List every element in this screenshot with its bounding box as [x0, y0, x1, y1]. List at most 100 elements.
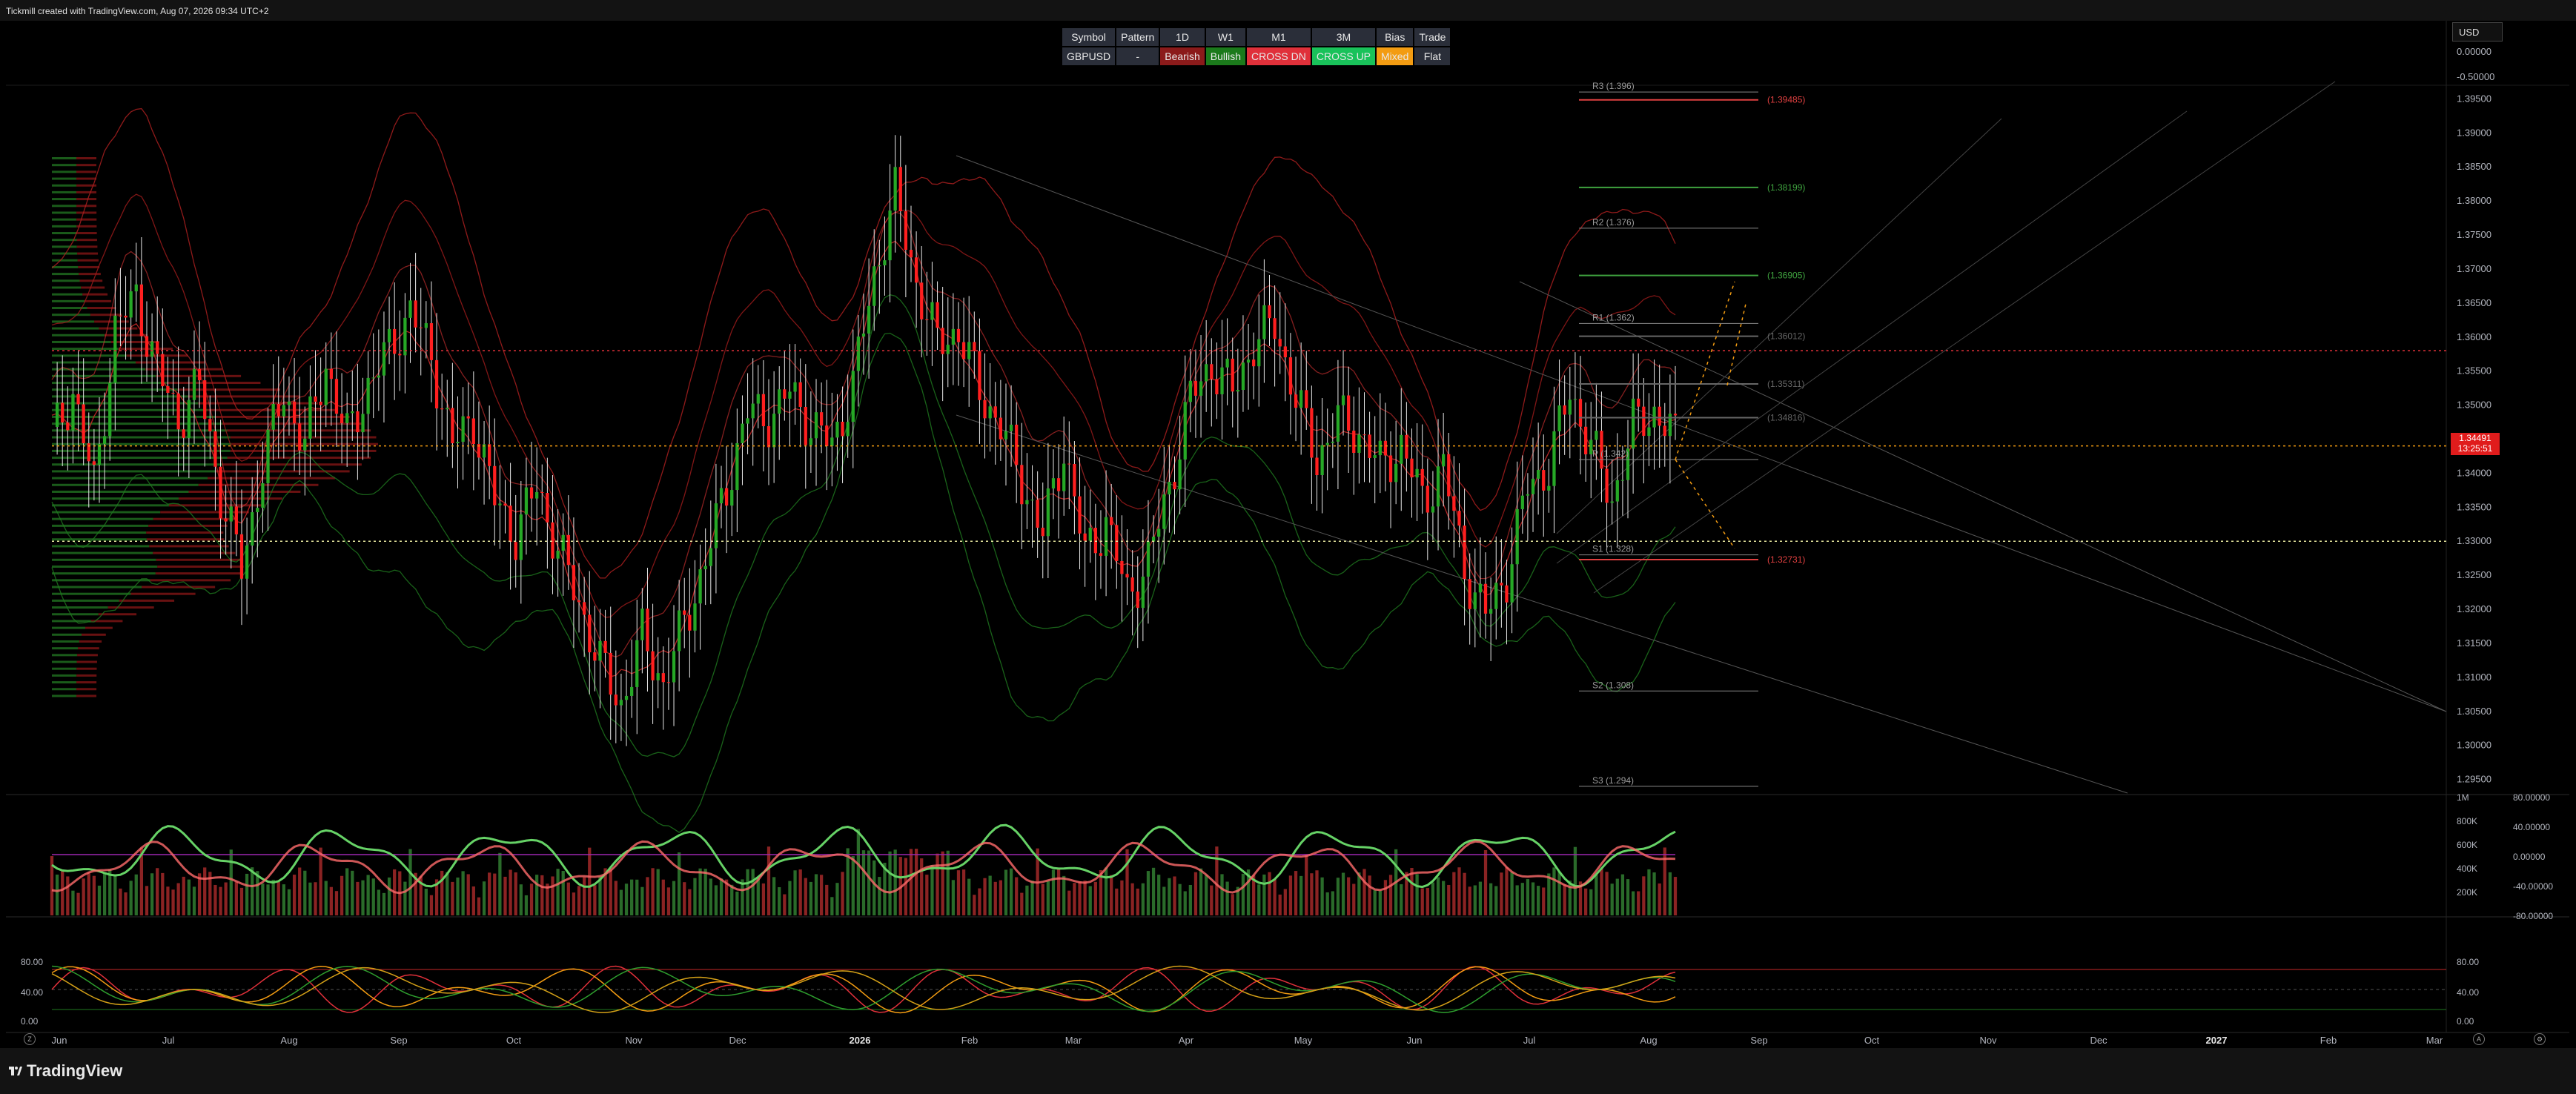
candle-body: [377, 375, 380, 378]
candle-body: [261, 483, 265, 508]
volume-bar: [961, 869, 966, 915]
price-axis-tick: 1.37500: [2457, 229, 2491, 240]
volume-bar: [1283, 889, 1287, 915]
volume-profile-bar: [52, 694, 77, 697]
volume-profile-bar: [76, 232, 97, 235]
volume-bar: [145, 886, 149, 915]
time-axis-tick: Feb: [961, 1035, 978, 1046]
price-chart[interactable]: R3 (1.396) R2 (1.376) R1 (1.362) P (1.342) S…: [0, 0, 2576, 1094]
bar-countdown: 13:25:51: [2457, 443, 2493, 454]
fib-level-label: (1.36905): [1767, 271, 1805, 281]
volume-bar: [1673, 877, 1678, 915]
volume-bar: [1110, 875, 1113, 915]
volume-bar: [519, 884, 523, 915]
volume-bar: [377, 889, 380, 915]
volume-profile-bar: [52, 232, 77, 235]
candle-body: [1062, 463, 1066, 491]
candle-body: [1563, 405, 1566, 415]
currency-selector[interactable]: USD: [2452, 22, 2503, 42]
candle-body: [1257, 339, 1261, 367]
volume-bar: [588, 847, 592, 915]
tradingview-brand[interactable]: TradingView: [9, 1061, 122, 1081]
volume-bar: [936, 853, 939, 915]
volume-axis-tick: 800K: [2457, 816, 2477, 826]
volume-bar: [1273, 879, 1277, 915]
volume-bar: [1294, 871, 1298, 915]
candle-body: [197, 368, 202, 381]
candle-body: [619, 700, 623, 706]
candle-body: [730, 490, 734, 506]
volume-bar: [298, 867, 302, 915]
volume-bar: [1447, 884, 1451, 915]
volume-bar: [1463, 872, 1466, 915]
candle-body: [224, 518, 228, 522]
candle-body: [688, 614, 692, 631]
volume-bar: [239, 887, 244, 915]
settings-icon[interactable]: ⚙: [2534, 1033, 2546, 1045]
candle-body: [883, 260, 887, 265]
volume-profile-bar: [52, 218, 77, 221]
candle-body: [761, 394, 766, 427]
time-axis-tick: Sep: [390, 1035, 407, 1046]
volume-profile-bar: [78, 647, 99, 650]
volume-bar: [334, 891, 339, 915]
volume-bar: [461, 871, 465, 915]
volume-bar: [187, 879, 191, 915]
candle-body: [171, 392, 175, 394]
volume-profile-bar: [153, 551, 236, 554]
timezone-icon[interactable]: Z: [24, 1033, 36, 1045]
candle-body: [1041, 527, 1044, 537]
volume-profile-bar: [76, 170, 97, 173]
candle-body: [1610, 501, 1614, 503]
volume-profile-bar: [198, 483, 319, 486]
pivot-label: P (1.342): [1592, 448, 1629, 459]
candle-body: [1578, 399, 1583, 427]
candle-body: [1363, 434, 1366, 436]
volume-profile-bar: [52, 442, 232, 445]
volume-bar: [92, 875, 96, 915]
volume-bar: [1483, 849, 1488, 915]
volume-bar: [71, 890, 75, 915]
candle-body: [71, 394, 75, 431]
stoch-axis-tick-right: 40.00: [2457, 987, 2479, 998]
volume-bar: [382, 892, 386, 915]
candle-body: [334, 379, 339, 414]
volume-bar: [403, 881, 407, 915]
projection-line: [1726, 303, 1746, 386]
volume-bar: [1210, 885, 1213, 915]
candle-body: [783, 389, 787, 399]
volume-profile-bar: [98, 613, 137, 616]
volume-bar: [1183, 891, 1187, 915]
candle-body: [1056, 478, 1061, 491]
candle-body: [266, 429, 270, 483]
auto-scale-icon[interactable]: A: [2473, 1033, 2485, 1045]
candle-body: [1231, 358, 1234, 392]
candle-body: [319, 401, 322, 405]
volume-bar: [1378, 890, 1382, 915]
candle-body: [1473, 592, 1477, 609]
stoch-axis-tick-right: 80.00: [2457, 957, 2479, 967]
price-axis-tick: 1.35500: [2457, 365, 2491, 377]
volume-bar: [967, 878, 971, 915]
current-price-tag: 1.34491 13:25:51: [2451, 433, 2500, 455]
candle-body: [314, 396, 317, 402]
volume-bar: [1015, 877, 1019, 915]
volume-profile-bar: [178, 497, 282, 500]
volume-bar: [766, 846, 771, 915]
volume-bar: [1515, 885, 1519, 915]
candle-body: [1130, 577, 1134, 592]
price-axis-tick: 1.31000: [2457, 672, 2491, 683]
volume-profile-bar: [52, 640, 79, 643]
candle-body: [1083, 533, 1087, 541]
candle-body: [1099, 553, 1103, 556]
volume-bar: [1373, 890, 1377, 915]
candle-body: [630, 686, 634, 696]
volume-profile-bar: [52, 361, 136, 364]
volume-bar: [666, 887, 671, 915]
candle-body: [646, 609, 649, 652]
volume-bar: [746, 869, 749, 915]
volume-bar: [477, 897, 481, 915]
volume-profile-bar: [52, 674, 77, 677]
oscillator-axis-tick: 40.00000: [2513, 822, 2550, 832]
volume-bar: [271, 879, 275, 915]
